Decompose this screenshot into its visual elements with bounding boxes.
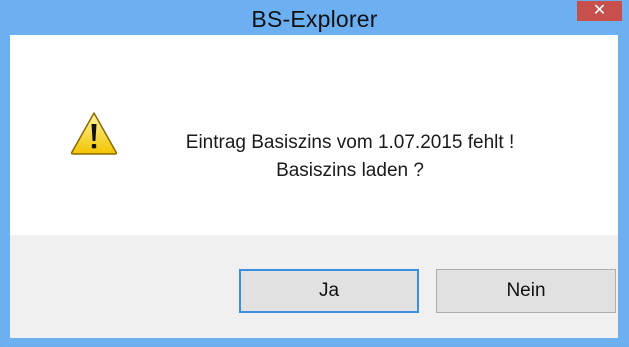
dialog-client-area: Eintrag Basiszins vom 1.07.2015 fehlt ! … [10, 35, 618, 338]
close-button[interactable]: ✕ [577, 1, 622, 21]
warning-icon [70, 112, 118, 155]
message-line-1: Eintrag Basiszins vom 1.07.2015 fehlt ! [185, 132, 515, 153]
yes-button[interactable]: Ja [239, 269, 419, 313]
message-line-2: Basiszins laden ? [276, 160, 424, 181]
window-title: BS-Explorer [251, 6, 378, 32]
message-area: Eintrag Basiszins vom 1.07.2015 fehlt ! … [10, 35, 618, 235]
dialog-window: BS-Explorer ✕ Eintrag Basiszins vom 1.07… [0, 0, 629, 347]
message-text: Eintrag Basiszins vom 1.07.2015 fehlt ! … [140, 129, 560, 185]
title-bar[interactable]: BS-Explorer ✕ [1, 1, 628, 35]
close-icon: ✕ [592, 2, 607, 19]
no-button[interactable]: Nein [436, 269, 616, 313]
button-area: Ja Nein [10, 235, 618, 338]
